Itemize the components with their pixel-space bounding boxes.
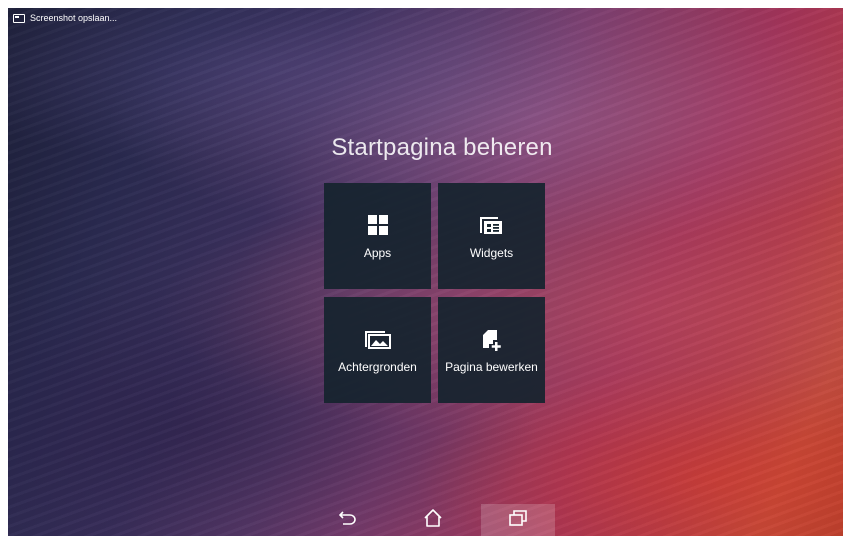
home-screen: Screenshot opslaan... Startpagina behere… bbox=[8, 8, 843, 536]
edit-page-tile[interactable]: Pagina bewerken bbox=[438, 297, 545, 403]
navigation-bar bbox=[8, 504, 843, 536]
home-button[interactable] bbox=[396, 504, 470, 536]
apps-tile[interactable]: Apps bbox=[324, 183, 431, 289]
edit-page-icon bbox=[438, 329, 545, 351]
screenshot-icon bbox=[13, 13, 25, 23]
back-icon bbox=[338, 510, 357, 531]
widgets-icon bbox=[438, 215, 545, 235]
recents-icon bbox=[509, 509, 527, 531]
home-icon bbox=[423, 508, 443, 532]
recents-button[interactable] bbox=[481, 504, 555, 536]
wallpapers-tile[interactable]: Achtergronden bbox=[324, 297, 431, 403]
notification-text: Screenshot opslaan... bbox=[30, 13, 118, 23]
apps-grid-icon bbox=[324, 215, 431, 235]
wallpaper-icon bbox=[324, 329, 431, 349]
widgets-tile[interactable]: Widgets bbox=[438, 183, 545, 289]
widgets-tile-label: Widgets bbox=[469, 246, 514, 260]
wallpapers-tile-label: Achtergronden bbox=[338, 360, 417, 374]
status-bar: Screenshot opslaan... bbox=[8, 8, 843, 28]
apps-tile-label: Apps bbox=[363, 246, 392, 260]
back-button[interactable] bbox=[311, 504, 385, 536]
edit-page-tile-label: Pagina bewerken bbox=[445, 360, 538, 374]
page-title: Startpagina beheren bbox=[331, 134, 553, 161]
